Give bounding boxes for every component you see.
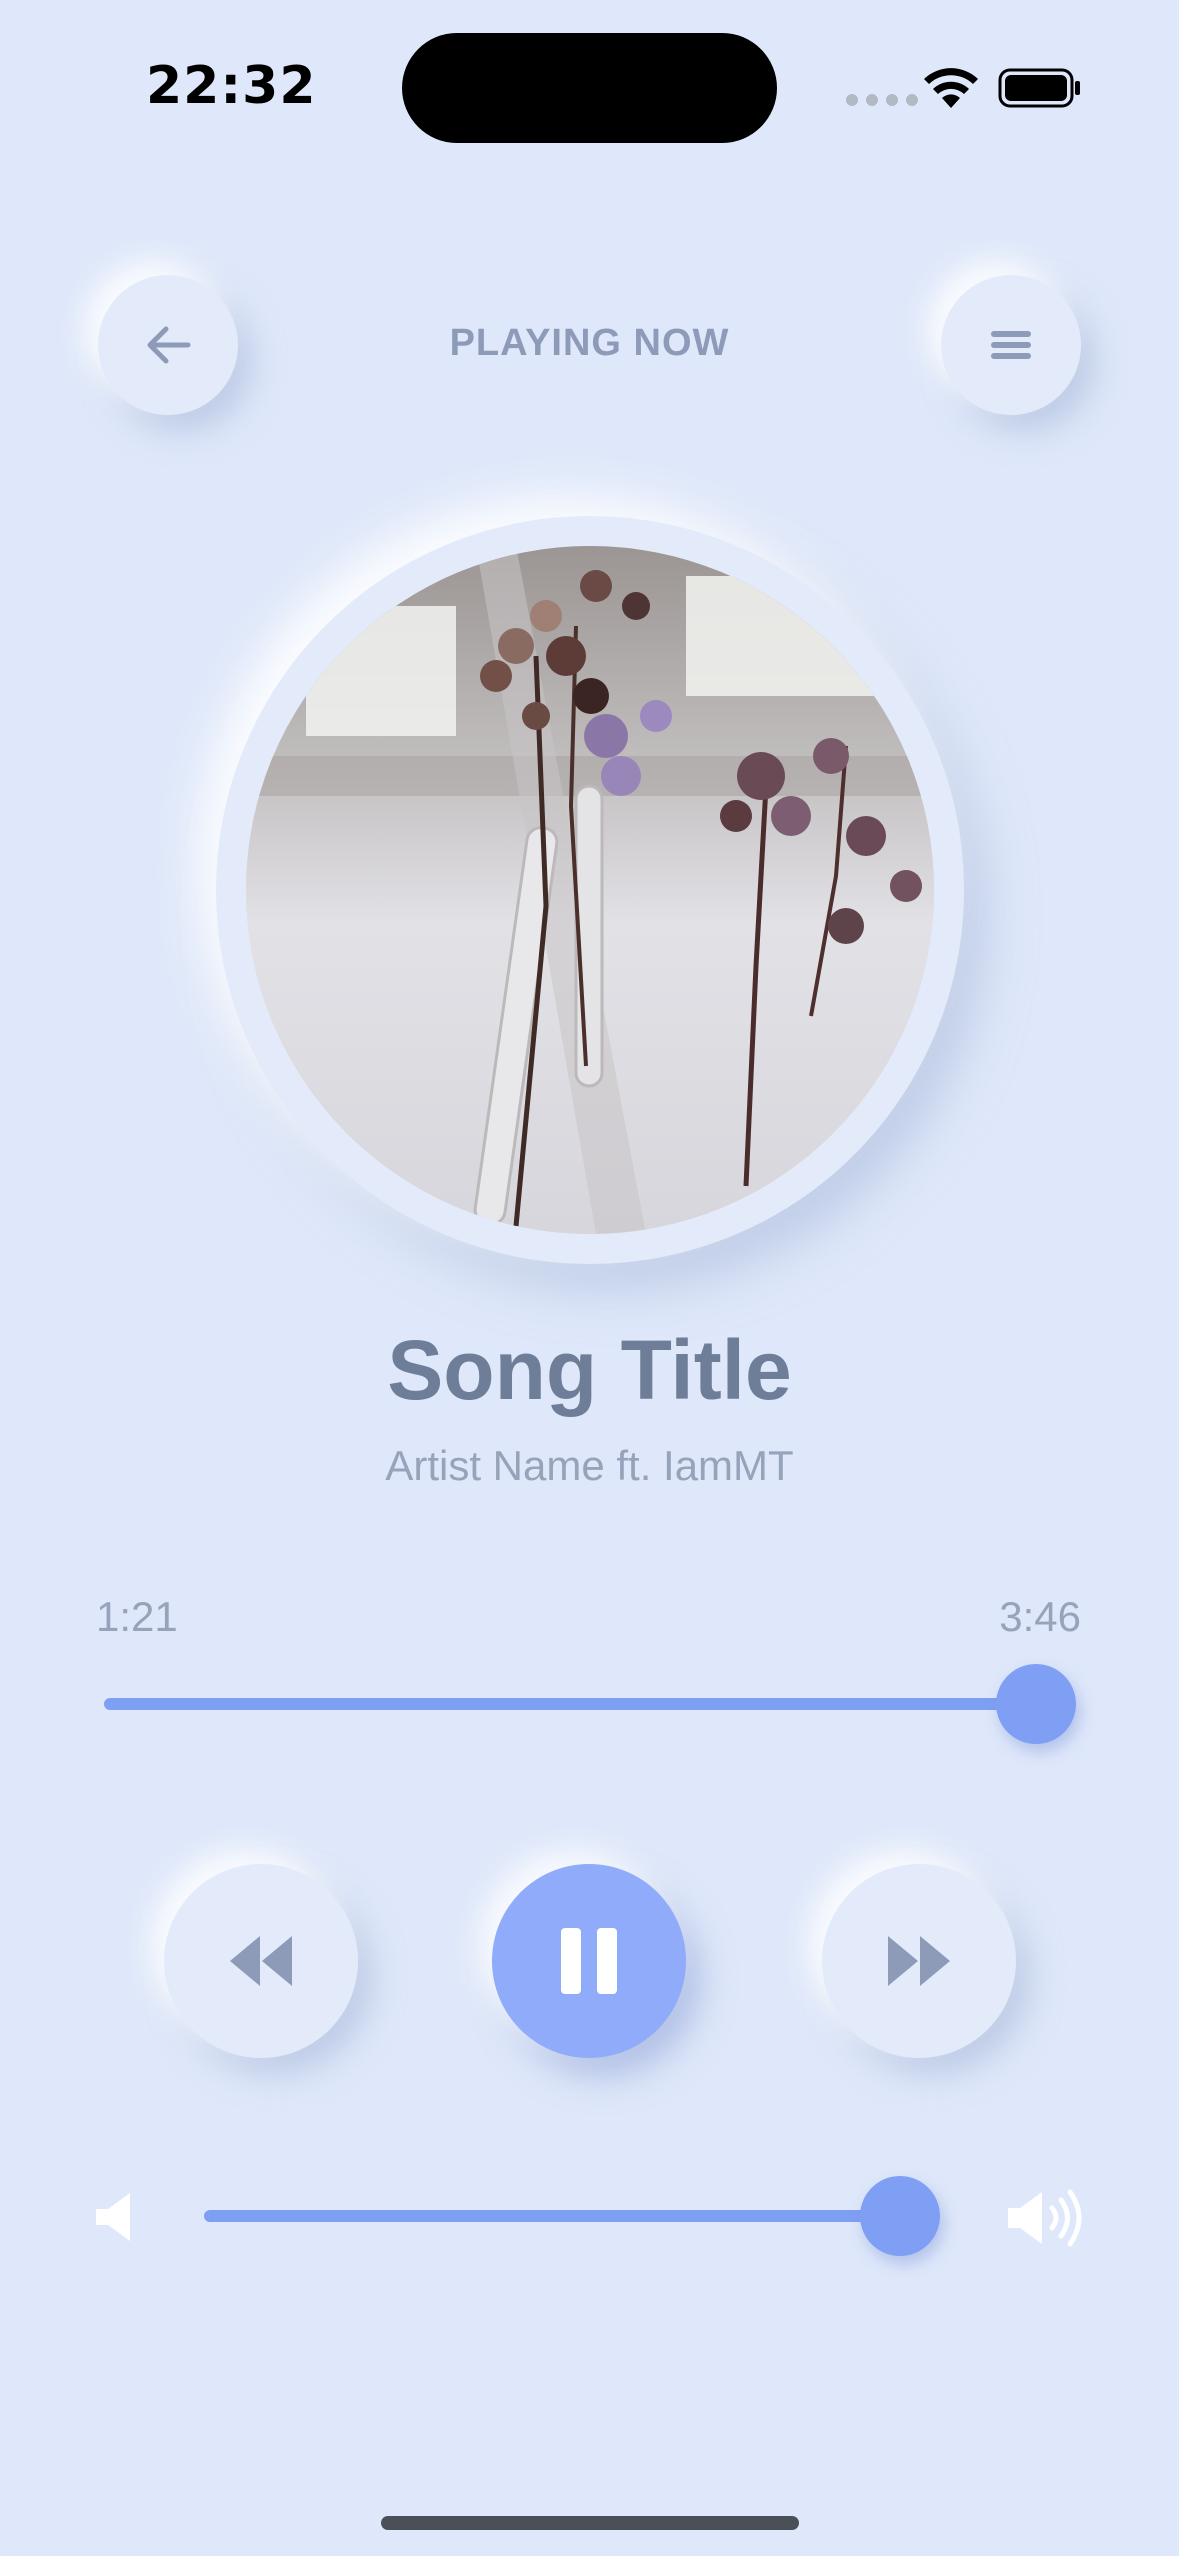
pause-icon <box>561 1928 617 1994</box>
volume-low-icon <box>96 2193 130 2241</box>
artist-name: Artist Name ft. IamMT <box>385 1442 794 1489</box>
volume-knob[interactable] <box>860 2176 940 2256</box>
song-title: Song Title <box>387 1323 792 1417</box>
progress-knob[interactable] <box>996 1664 1076 1744</box>
hamburger-menu-icon <box>991 331 1031 359</box>
progress-track[interactable] <box>104 1698 1034 1710</box>
rewind-button[interactable] <box>164 1864 358 2058</box>
album-art-image <box>246 546 934 1234</box>
pause-button[interactable] <box>492 1864 686 2058</box>
cellular-signal-icon <box>846 94 918 106</box>
volume-track[interactable] <box>204 2210 904 2222</box>
elapsed-time: 1:21 <box>96 1593 178 1640</box>
menu-button[interactable] <box>941 275 1081 415</box>
status-time: 22:32 <box>146 56 317 116</box>
volume-high-icon <box>1008 2189 1082 2247</box>
album-art-frame <box>216 516 964 1264</box>
total-time: 3:46 <box>999 1593 1081 1640</box>
fast-forward-icon <box>888 1936 950 1986</box>
fast-forward-button[interactable] <box>822 1864 1016 2058</box>
rewind-icon <box>230 1936 292 1986</box>
dynamic-island <box>402 33 777 143</box>
home-indicator[interactable] <box>381 2516 799 2530</box>
battery-icon <box>998 68 1080 108</box>
wifi-icon <box>924 68 978 108</box>
